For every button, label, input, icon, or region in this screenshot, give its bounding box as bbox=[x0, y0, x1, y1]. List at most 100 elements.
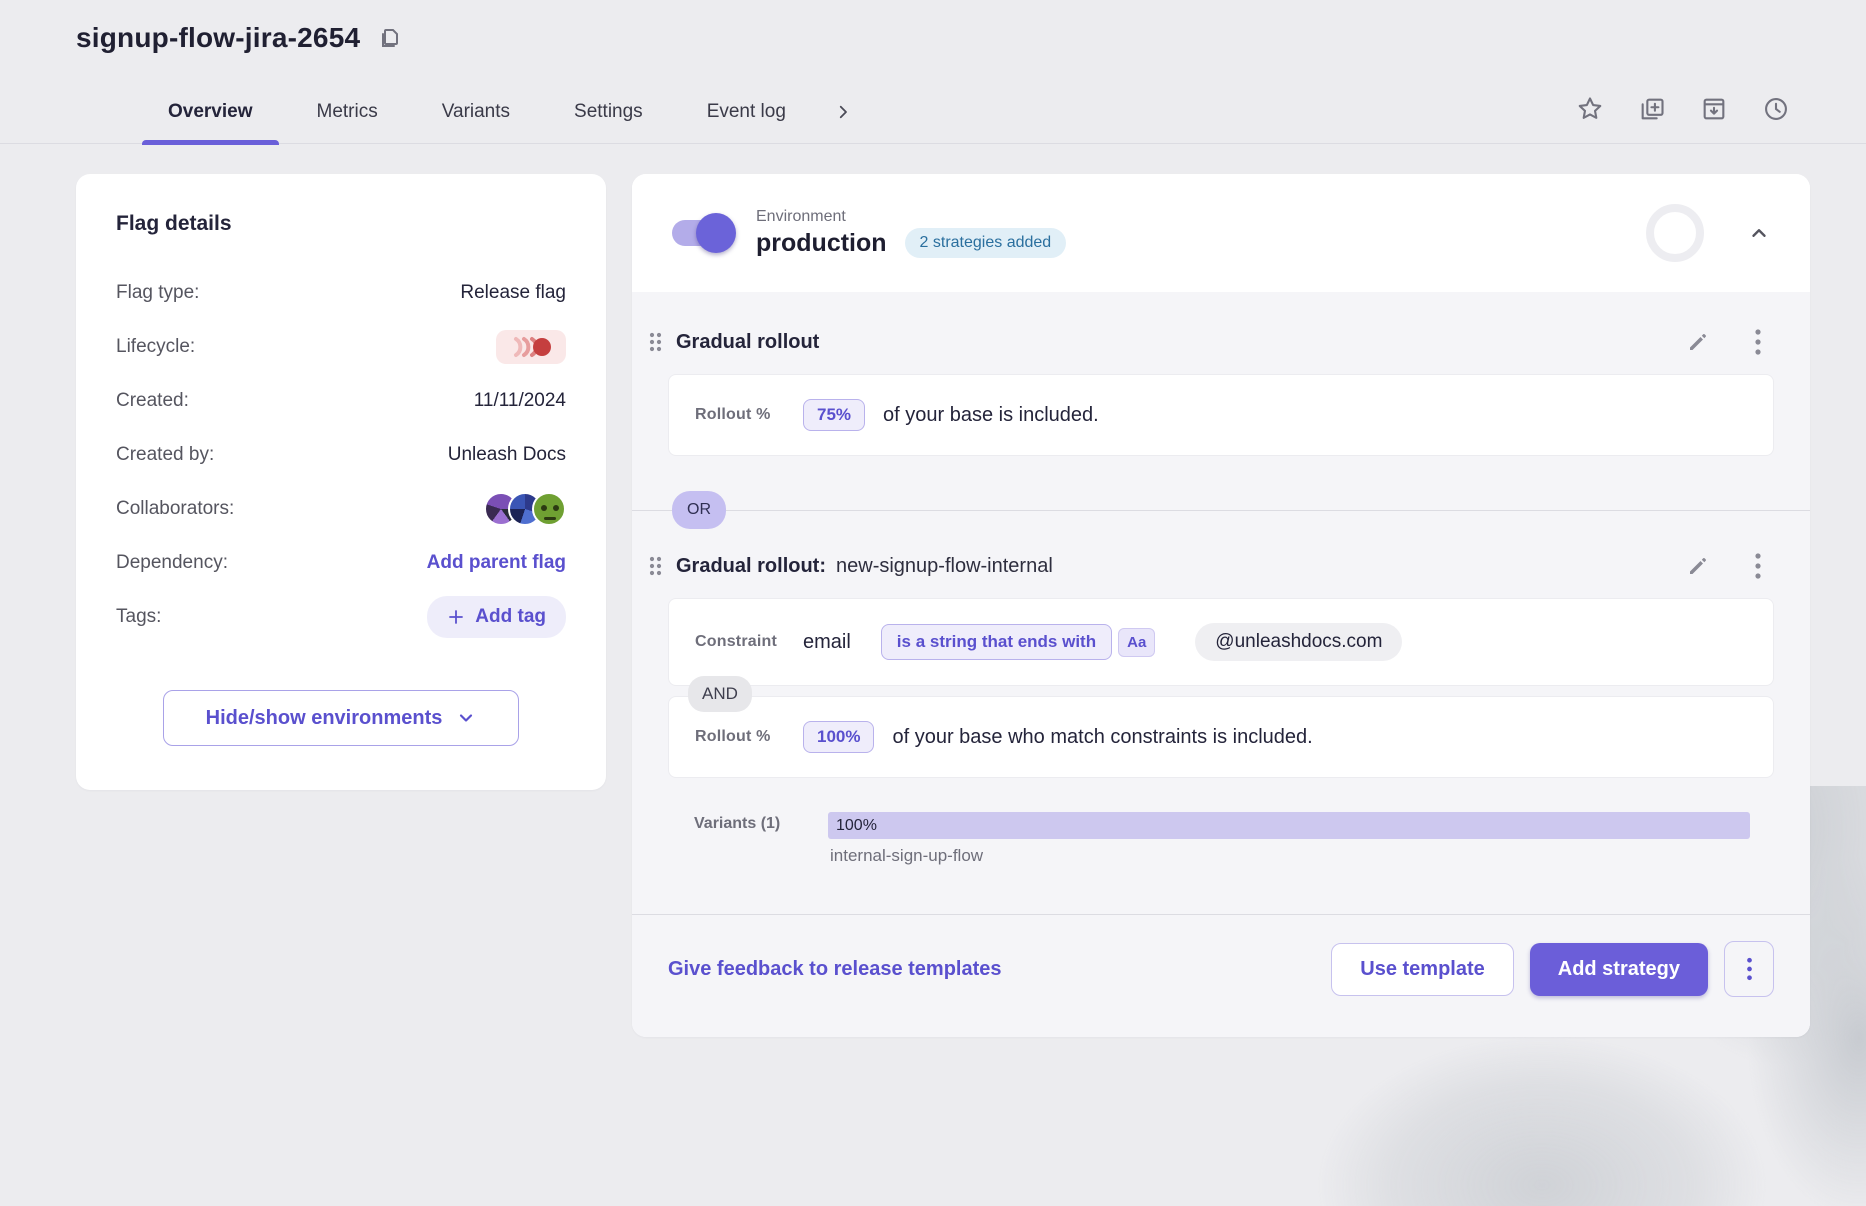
flag-type-value: Release flag bbox=[460, 282, 566, 304]
flag-type-row: Flag type: Release flag bbox=[116, 266, 566, 320]
edit-strategy-button[interactable] bbox=[1686, 554, 1710, 578]
toggle-thumb bbox=[696, 213, 736, 253]
created-value: 11/11/2024 bbox=[474, 390, 566, 412]
created-by-row: Created by: Unleash Docs bbox=[116, 428, 566, 482]
strategy-menu-button[interactable] bbox=[1754, 328, 1762, 356]
tab-settings[interactable]: Settings bbox=[542, 80, 675, 144]
strategy-1-actions bbox=[1686, 328, 1762, 356]
variants-label: Variants (1) bbox=[694, 812, 828, 833]
environment-toggle[interactable] bbox=[672, 219, 730, 247]
lifecycle-stage-badge[interactable] bbox=[496, 330, 566, 364]
tabs-overflow-button[interactable] bbox=[834, 103, 852, 121]
chevron-up-icon bbox=[1748, 222, 1770, 244]
variant-name: internal-sign-up-flow bbox=[828, 846, 1750, 866]
copy-plus-icon bbox=[1638, 95, 1666, 123]
tags-row: Tags: Add tag bbox=[116, 590, 566, 644]
strategy-menu-button[interactable] bbox=[1754, 552, 1762, 580]
drag-handle-icon[interactable] bbox=[646, 554, 664, 578]
constraint-value-chip: @unleashdocs.com bbox=[1195, 623, 1402, 661]
edit-strategy-button[interactable] bbox=[1686, 330, 1710, 354]
strategies-count-badge: 2 strategies added bbox=[905, 228, 1067, 258]
or-chip: OR bbox=[672, 491, 726, 529]
release-templates-feedback-link[interactable]: Give feedback to release templates bbox=[668, 958, 1002, 981]
rollout-description: of your base is included. bbox=[883, 404, 1099, 427]
environment-name: production bbox=[756, 229, 887, 258]
strategy-separator: OR bbox=[632, 478, 1810, 542]
variant-distribution-bar: 100% bbox=[828, 812, 1750, 839]
tab-overview[interactable]: Overview bbox=[136, 80, 285, 144]
copy-flag-button[interactable] bbox=[1638, 95, 1666, 123]
collaborator-avatar[interactable] bbox=[532, 492, 566, 526]
strategy-2-header: Gradual rollout: new-signup-flow-interna… bbox=[632, 542, 1810, 590]
created-by-value: Unleash Docs bbox=[448, 444, 566, 466]
collaborators-row: Collaborators: bbox=[116, 482, 566, 536]
main-content: Flag details Flag type: Release flag Lif… bbox=[0, 144, 1866, 1037]
constraint-operator-chip: is a string that ends with bbox=[881, 624, 1112, 660]
environment-meta: Environment production 2 strategies adde… bbox=[756, 208, 1066, 258]
history-button[interactable] bbox=[1762, 95, 1790, 123]
plus-icon bbox=[447, 608, 465, 626]
kebab-icon bbox=[1754, 552, 1762, 580]
star-icon bbox=[1576, 95, 1604, 123]
separator-line bbox=[632, 510, 1810, 511]
add-tag-label: Add tag bbox=[475, 606, 546, 628]
collaborator-avatars bbox=[484, 492, 566, 526]
pencil-icon bbox=[1686, 554, 1710, 578]
flag-details-title: Flag details bbox=[116, 212, 566, 236]
archive-down-icon bbox=[1700, 95, 1728, 123]
archive-button[interactable] bbox=[1700, 95, 1728, 123]
use-template-button[interactable]: Use template bbox=[1331, 943, 1514, 996]
collapse-environment-button[interactable] bbox=[1748, 222, 1770, 244]
chevron-down-icon bbox=[456, 708, 476, 728]
flag-type-label: Flag type: bbox=[116, 282, 199, 304]
strategy-2-title: Gradual rollout: bbox=[676, 555, 826, 578]
add-strategy-button[interactable]: Add strategy bbox=[1530, 943, 1708, 996]
strategy-1-header: Gradual rollout bbox=[632, 318, 1810, 366]
strategy-2-constraint-box: Constraint email is a string that ends w… bbox=[668, 598, 1774, 686]
environment-label: Environment bbox=[756, 208, 1066, 226]
dependency-row: Dependency: Add parent flag bbox=[116, 536, 566, 590]
environment-header: Environment production 2 strategies adde… bbox=[632, 174, 1810, 292]
lifecycle-completed-icon bbox=[508, 336, 554, 358]
rollout-description: of your base who match constraints is in… bbox=[892, 726, 1312, 749]
strategy-2-rollout-box: Rollout % 100% of your base who match co… bbox=[668, 696, 1774, 778]
created-label: Created: bbox=[116, 390, 189, 412]
add-parent-flag-link[interactable]: Add parent flag bbox=[427, 552, 566, 574]
tab-variants[interactable]: Variants bbox=[410, 80, 542, 144]
flag-overview-page: signup-flow-jira-2654 Overview Metrics V… bbox=[0, 0, 1866, 1037]
collaborators-label: Collaborators: bbox=[116, 498, 234, 520]
lifecycle-label: Lifecycle: bbox=[116, 336, 195, 358]
environment-card: Environment production 2 strategies adde… bbox=[632, 174, 1810, 1037]
variants-section: Variants (1) 100% internal-sign-up-flow bbox=[632, 778, 1810, 914]
copy-flag-name-button[interactable] bbox=[378, 26, 402, 50]
tabs-bar: Overview Metrics Variants Settings Event… bbox=[0, 80, 1866, 144]
created-by-label: Created by: bbox=[116, 444, 214, 466]
strategy-2-actions bbox=[1686, 552, 1762, 580]
page-title: signup-flow-jira-2654 bbox=[76, 22, 360, 54]
lifecycle-row: Lifecycle: bbox=[116, 320, 566, 374]
rollout-percent-chip: 75% bbox=[803, 399, 865, 431]
add-tag-button[interactable]: Add tag bbox=[427, 596, 566, 638]
drag-handle-icon[interactable] bbox=[646, 330, 664, 354]
flag-details-card: Flag details Flag type: Release flag Lif… bbox=[76, 174, 606, 790]
rollout-percent-chip: 100% bbox=[803, 721, 874, 753]
variants-bar-wrap: 100% internal-sign-up-flow bbox=[828, 812, 1750, 866]
environment-footer: Give feedback to release templates Use t… bbox=[632, 914, 1810, 1037]
flag-actions bbox=[1576, 95, 1790, 129]
environment-header-right bbox=[1646, 204, 1770, 262]
variant-percent: 100% bbox=[836, 817, 877, 835]
created-row: Created: 11/11/2024 bbox=[116, 374, 566, 428]
chevron-right-icon bbox=[834, 103, 852, 121]
tab-event-log[interactable]: Event log bbox=[675, 80, 818, 144]
tab-metrics[interactable]: Metrics bbox=[285, 80, 410, 144]
case-sensitive-chip: Aa bbox=[1118, 628, 1155, 657]
kebab-icon bbox=[1746, 956, 1753, 982]
copy-icon bbox=[378, 26, 402, 50]
strategy-1-rollout-box: Rollout % 75% of your base is included. bbox=[668, 374, 1774, 456]
favorite-button[interactable] bbox=[1576, 95, 1604, 123]
hide-show-environments-button[interactable]: Hide/show environments bbox=[163, 690, 519, 746]
constraint-label: Constraint bbox=[695, 633, 803, 651]
more-strategy-options-button[interactable] bbox=[1724, 941, 1774, 997]
strategy-1-title: Gradual rollout bbox=[676, 331, 819, 354]
strategies-list: Gradual rollout bbox=[632, 292, 1810, 1037]
